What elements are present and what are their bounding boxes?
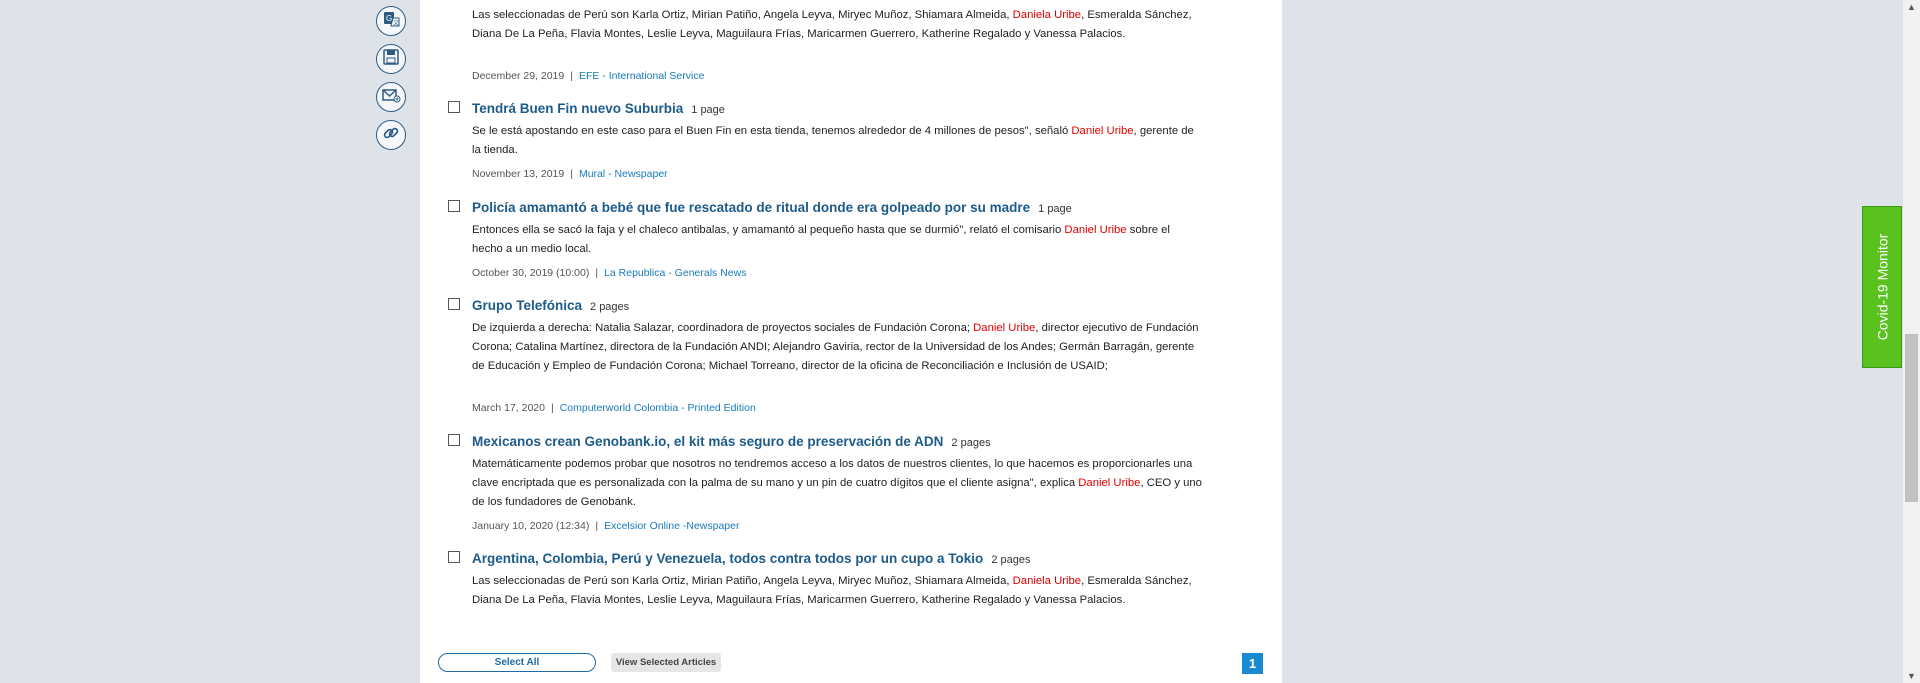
article-title-link[interactable]: Argentina, Colombia, Perú y Venezuela, t… [472, 551, 983, 566]
article-checkbox[interactable] [448, 101, 460, 113]
email-button[interactable] [376, 82, 406, 112]
article-page-count: 2 pages [951, 437, 991, 449]
search-highlight: Daniela Uribe [1012, 575, 1082, 587]
article-source-link[interactable]: Computerworld Colombia - Printed Edition [560, 402, 756, 414]
article-tools: G文 [376, 6, 410, 158]
article-date: December 29, 2019 [472, 70, 565, 82]
article-date: October 30, 2019 (10:00) [472, 267, 590, 279]
search-highlight: Daniela Uribe [1012, 9, 1082, 21]
article-title-link[interactable]: Policía amamantó a bebé que fue rescatad… [472, 200, 1030, 215]
article-meta: December 29, 2019 | EFE - International Se… [472, 70, 705, 82]
article-meta: November 13, 2019 | Mural - Newspaper [472, 168, 668, 180]
article-page-count: 1 page [1038, 203, 1072, 215]
pagination-current-page[interactable]: 1 [1242, 653, 1263, 674]
search-highlight: Daniel Uribe [973, 322, 1036, 334]
article-title-link[interactable]: Grupo Telefónica [472, 298, 582, 313]
article-snippet: Las seleccionadas de Perú son Karla Orti… [472, 9, 1192, 40]
article-source-link[interactable]: EFE - International Service [579, 70, 704, 82]
article-meta: October 30, 2019 (10:00) | La Republica - … [472, 267, 747, 279]
covid-monitor-tab[interactable]: Covid-19 Monitor [1862, 206, 1902, 368]
link-button[interactable] [376, 120, 406, 150]
article-snippet: Entonces ella se sacó la faja y el chale… [472, 224, 1170, 255]
page-scrollbar[interactable]: ▲ ▼ [1903, 0, 1920, 683]
article-page-count: 1 page [691, 104, 725, 116]
link-icon [381, 123, 401, 148]
article-title-link[interactable]: Mexicanos crean Genobank.io, el kit más … [472, 434, 943, 449]
article-snippet: Matemáticamente podemos probar que nosot… [472, 458, 1202, 508]
article-date: November 13, 2019 [472, 168, 565, 180]
article-source-link[interactable]: Mural - Newspaper [579, 168, 668, 180]
svg-text:G: G [386, 14, 392, 23]
translate-icon: G文 [381, 9, 401, 34]
search-highlight: Daniel Uribe [1078, 477, 1141, 489]
article-checkbox[interactable] [448, 200, 460, 212]
email-icon [381, 85, 401, 110]
article-meta: January 10, 2020 (12:34) | Excelsior Onlin… [472, 520, 740, 532]
save-icon [381, 47, 401, 72]
search-highlight: Daniel Uribe [1071, 125, 1134, 137]
article-date: January 10, 2020 (12:34) [472, 520, 590, 532]
article-page-count: 2 pages [991, 554, 1031, 566]
article-snippet: Se le está apostando en este caso para e… [472, 125, 1194, 156]
select-all-button[interactable]: Select All [438, 653, 596, 672]
article-title-link[interactable]: Tendrá Buen Fin nuevo Suburbia [472, 101, 683, 116]
svg-text:文: 文 [393, 19, 399, 27]
save-button[interactable] [376, 44, 406, 74]
scroll-down-icon[interactable]: ▼ [1903, 669, 1920, 683]
article-snippet: Las seleccionadas de Perú son Karla Orti… [472, 575, 1192, 606]
search-highlight: Daniel Uribe [1064, 224, 1127, 236]
scroll-up-icon[interactable]: ▲ [1903, 0, 1920, 14]
article-snippet: De izquierda a derecha: Natalia Salazar,… [472, 322, 1199, 372]
article-source-link[interactable]: La Republica - Generals News [604, 267, 746, 279]
article-page-count: 2 pages [590, 301, 630, 313]
article-checkbox[interactable] [448, 298, 460, 310]
article-date: March 17, 2020 [472, 402, 545, 414]
scrollbar-thumb[interactable] [1905, 334, 1918, 502]
translate-button[interactable]: G文 [376, 6, 406, 36]
view-selected-articles-button[interactable]: View Selected Articles [611, 653, 721, 672]
article-source-link[interactable]: Excelsior Online -Newspaper [604, 520, 739, 532]
article-checkbox[interactable] [448, 434, 460, 446]
article-meta: March 17, 2020 | Computerworld Colombia - … [472, 402, 756, 414]
covid-monitor-label: Covid-19 Monitor [1874, 233, 1891, 341]
article-checkbox[interactable] [448, 551, 460, 563]
